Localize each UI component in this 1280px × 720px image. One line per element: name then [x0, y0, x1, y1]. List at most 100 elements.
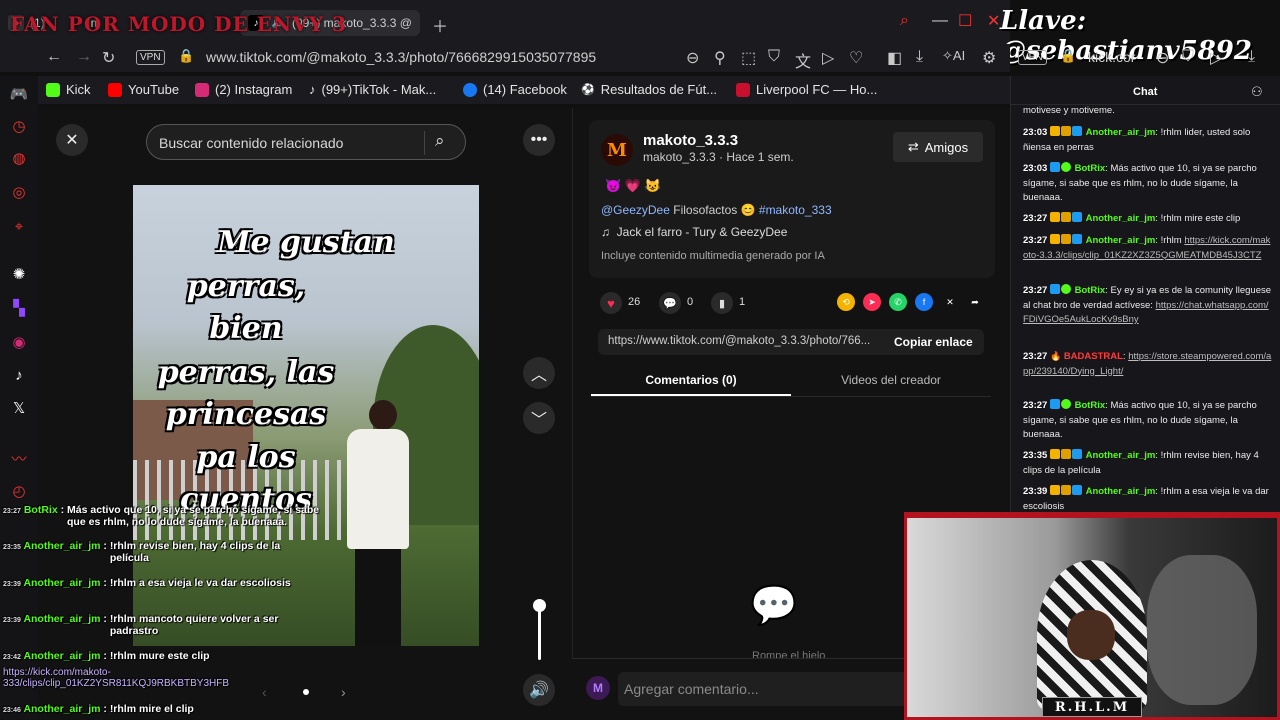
second-shield-icon[interactable]: ⛉	[1182, 48, 1194, 66]
volume-button[interactable]: 🔊	[523, 674, 555, 706]
shield-icon[interactable]: ⛉	[768, 48, 780, 66]
second-url-text[interactable]: kick.cor	[1088, 49, 1135, 65]
minimize-button[interactable]: —	[932, 12, 948, 30]
chat-link[interactable]: https://store.steampowered.com/app/23914…	[1023, 351, 1271, 377]
tab-comments[interactable]: Comentarios (0)	[591, 373, 791, 387]
chat-user[interactable]: Another_air_jm	[1086, 213, 1156, 224]
next-post-button[interactable]: ﹀	[523, 402, 555, 434]
chat-message: 23:35 Another_air_jm: !rhlm revise bien,…	[1023, 449, 1259, 476]
friends-button[interactable]: ⇄ Amigos	[893, 132, 983, 162]
new-tab-button[interactable]: ＋	[432, 13, 448, 37]
chat-time: 23:27	[1023, 351, 1048, 362]
second-zoom-icon[interactable]: ⊖	[1156, 48, 1169, 68]
bookmark-youtube[interactable]: YouTube	[108, 82, 179, 97]
url-text[interactable]: www.tiktok.com/@makoto_3.3.3/photo/76668…	[206, 49, 596, 65]
clock-icon[interactable]: ◷	[9, 116, 29, 136]
more-share-icon[interactable]: ➦	[966, 293, 984, 311]
user-avatar[interactable]: M	[586, 676, 610, 700]
bot-badge-icon	[1060, 284, 1071, 294]
previous-post-button[interactable]: ︿	[523, 357, 555, 389]
ai-icon[interactable]: ✧AI	[942, 48, 965, 64]
back-button[interactable]: ←	[46, 48, 62, 66]
facebook-share-icon[interactable]: f	[915, 293, 933, 311]
chat-user[interactable]: BADASTRAL	[1064, 351, 1123, 362]
chat-user[interactable]: BotRix	[1075, 163, 1106, 174]
chat-time: 23:03	[1023, 163, 1048, 174]
chat-users-icon[interactable]: ⚇	[1251, 84, 1263, 100]
whatsapp-share-icon[interactable]: ✆	[889, 293, 907, 311]
bookmark-kick[interactable]: Kick	[46, 82, 91, 97]
settings-icon[interactable]: ⚙	[982, 48, 996, 68]
carousel-prev-icon[interactable]: ‹	[262, 684, 267, 700]
like-button[interactable]: ♥	[600, 292, 622, 314]
save-button[interactable]: ▮	[711, 292, 733, 314]
mention-link[interactable]: @GeezyDee	[601, 203, 670, 217]
post-username[interactable]: makoto_3.3.3	[643, 132, 738, 149]
twitch-icon[interactable]: ▚	[9, 298, 29, 318]
extension-icon[interactable]: ◧	[887, 48, 902, 68]
post-music[interactable]: ♫ Jack el farro - Tury & GeezyDee	[601, 225, 787, 239]
gamepad-icon[interactable]: 🎮	[9, 84, 29, 104]
pin-icon[interactable]: ⚲	[714, 48, 726, 68]
bookmark-resultados[interactable]: ⚽ Resultados de Fút...	[581, 82, 717, 97]
screenshot-icon[interactable]: ⬚	[741, 48, 756, 68]
repost-share-icon[interactable]: ⟲	[837, 293, 855, 311]
comment-button[interactable]: 💬	[659, 292, 681, 314]
download-icon[interactable]: ⤓	[916, 48, 923, 66]
carousel-dot[interactable]	[303, 689, 309, 695]
zoom-icon[interactable]: ⊖	[686, 48, 699, 68]
search-icon[interactable]: ⌕	[435, 131, 445, 151]
bookmark-liverpool[interactable]: Liverpool FC — Ho...	[736, 82, 877, 97]
bot-badge-icon	[1060, 162, 1071, 172]
post-link-text[interactable]: https://www.tiktok.com/@makoto_3.3.3/pho…	[608, 335, 870, 347]
close-window-button[interactable]: ✕	[987, 11, 1000, 31]
x-rail-icon[interactable]: 𝕏	[9, 398, 29, 418]
x-share-icon[interactable]: ✕	[941, 293, 959, 311]
close-viewer-button[interactable]: ✕	[56, 124, 88, 156]
carousel-next-icon[interactable]: ›	[341, 684, 346, 700]
tiktok-rail-icon[interactable]: ♪	[9, 365, 29, 385]
chatgpt-icon[interactable]: ✺	[9, 264, 29, 284]
bookmark-facebook[interactable]: (14) Facebook	[463, 82, 567, 97]
chat-user[interactable]: Another_air_jm	[1086, 127, 1156, 138]
overlay-chat-link[interactable]: https://kick.com/makoto-333/clips/clip_0…	[3, 667, 253, 689]
volume-slider-track[interactable]	[538, 604, 541, 660]
location-icon[interactable]: ⌖	[9, 216, 29, 236]
audio-wave-icon[interactable]: 〰	[9, 448, 29, 468]
tab-creator-videos[interactable]: Videos del creador	[791, 373, 991, 387]
chat-user[interactable]: Another_air_jm	[1086, 450, 1156, 461]
heart-icon[interactable]: ♡	[849, 48, 863, 68]
compass-icon[interactable]: ◎	[9, 182, 29, 202]
address-bar-row: ← → ↻ VPN 🔒 www.tiktok.com/@makoto_3.3.3…	[0, 44, 1255, 72]
chat-time: 23:39	[1023, 486, 1048, 497]
second-send-icon[interactable]: ▷	[1210, 48, 1222, 68]
globe-icon[interactable]: ◍	[9, 148, 29, 168]
chat-user[interactable]: Another_air_jm	[1086, 235, 1156, 246]
avatar[interactable]: M	[601, 134, 633, 166]
bookmark-tiktok[interactable]: ♪ (99+)TikTok - Mak...	[309, 82, 436, 97]
forward-button[interactable]: →	[76, 48, 92, 66]
translate-icon[interactable]: 文	[795, 48, 811, 72]
search-icon[interactable]: ⌕	[900, 12, 909, 30]
more-options-button[interactable]: •••	[523, 124, 555, 156]
copy-link-button[interactable]: Copiar enlace	[894, 335, 973, 349]
overlay-user: Another_air_jm	[23, 650, 101, 662]
chat-user[interactable]: BotRix	[1075, 400, 1106, 411]
chat-user[interactable]: Another_air_jm	[1086, 486, 1156, 497]
overlay-chat-line: 23:27 BotRix : Más activo que 10, si ya …	[3, 504, 337, 528]
related-search-box[interactable]: Buscar contenido relacionado ⌕	[146, 124, 466, 160]
reload-button[interactable]: ↻	[102, 48, 115, 68]
hashtag-link[interactable]: #makoto_333	[759, 203, 832, 217]
send-icon[interactable]: ▷	[822, 48, 834, 68]
instagram-rail-icon[interactable]: ◉	[9, 332, 29, 352]
speed-icon[interactable]: ◴	[9, 481, 29, 501]
second-vpn-badge[interactable]: VPN	[1018, 50, 1047, 65]
chat-user[interactable]: BotRix	[1075, 285, 1106, 296]
maximize-button[interactable]: ☐	[958, 11, 972, 31]
bookmark-instagram[interactable]: (2) Instagram	[195, 82, 292, 97]
vpn-badge[interactable]: VPN	[136, 50, 165, 65]
send-share-icon[interactable]: ➤	[863, 293, 881, 311]
volume-slider-thumb[interactable]	[533, 599, 546, 612]
comment-input[interactable]: Agregar comentario...	[618, 672, 908, 706]
second-download-icon[interactable]: ⤓	[1248, 48, 1255, 66]
